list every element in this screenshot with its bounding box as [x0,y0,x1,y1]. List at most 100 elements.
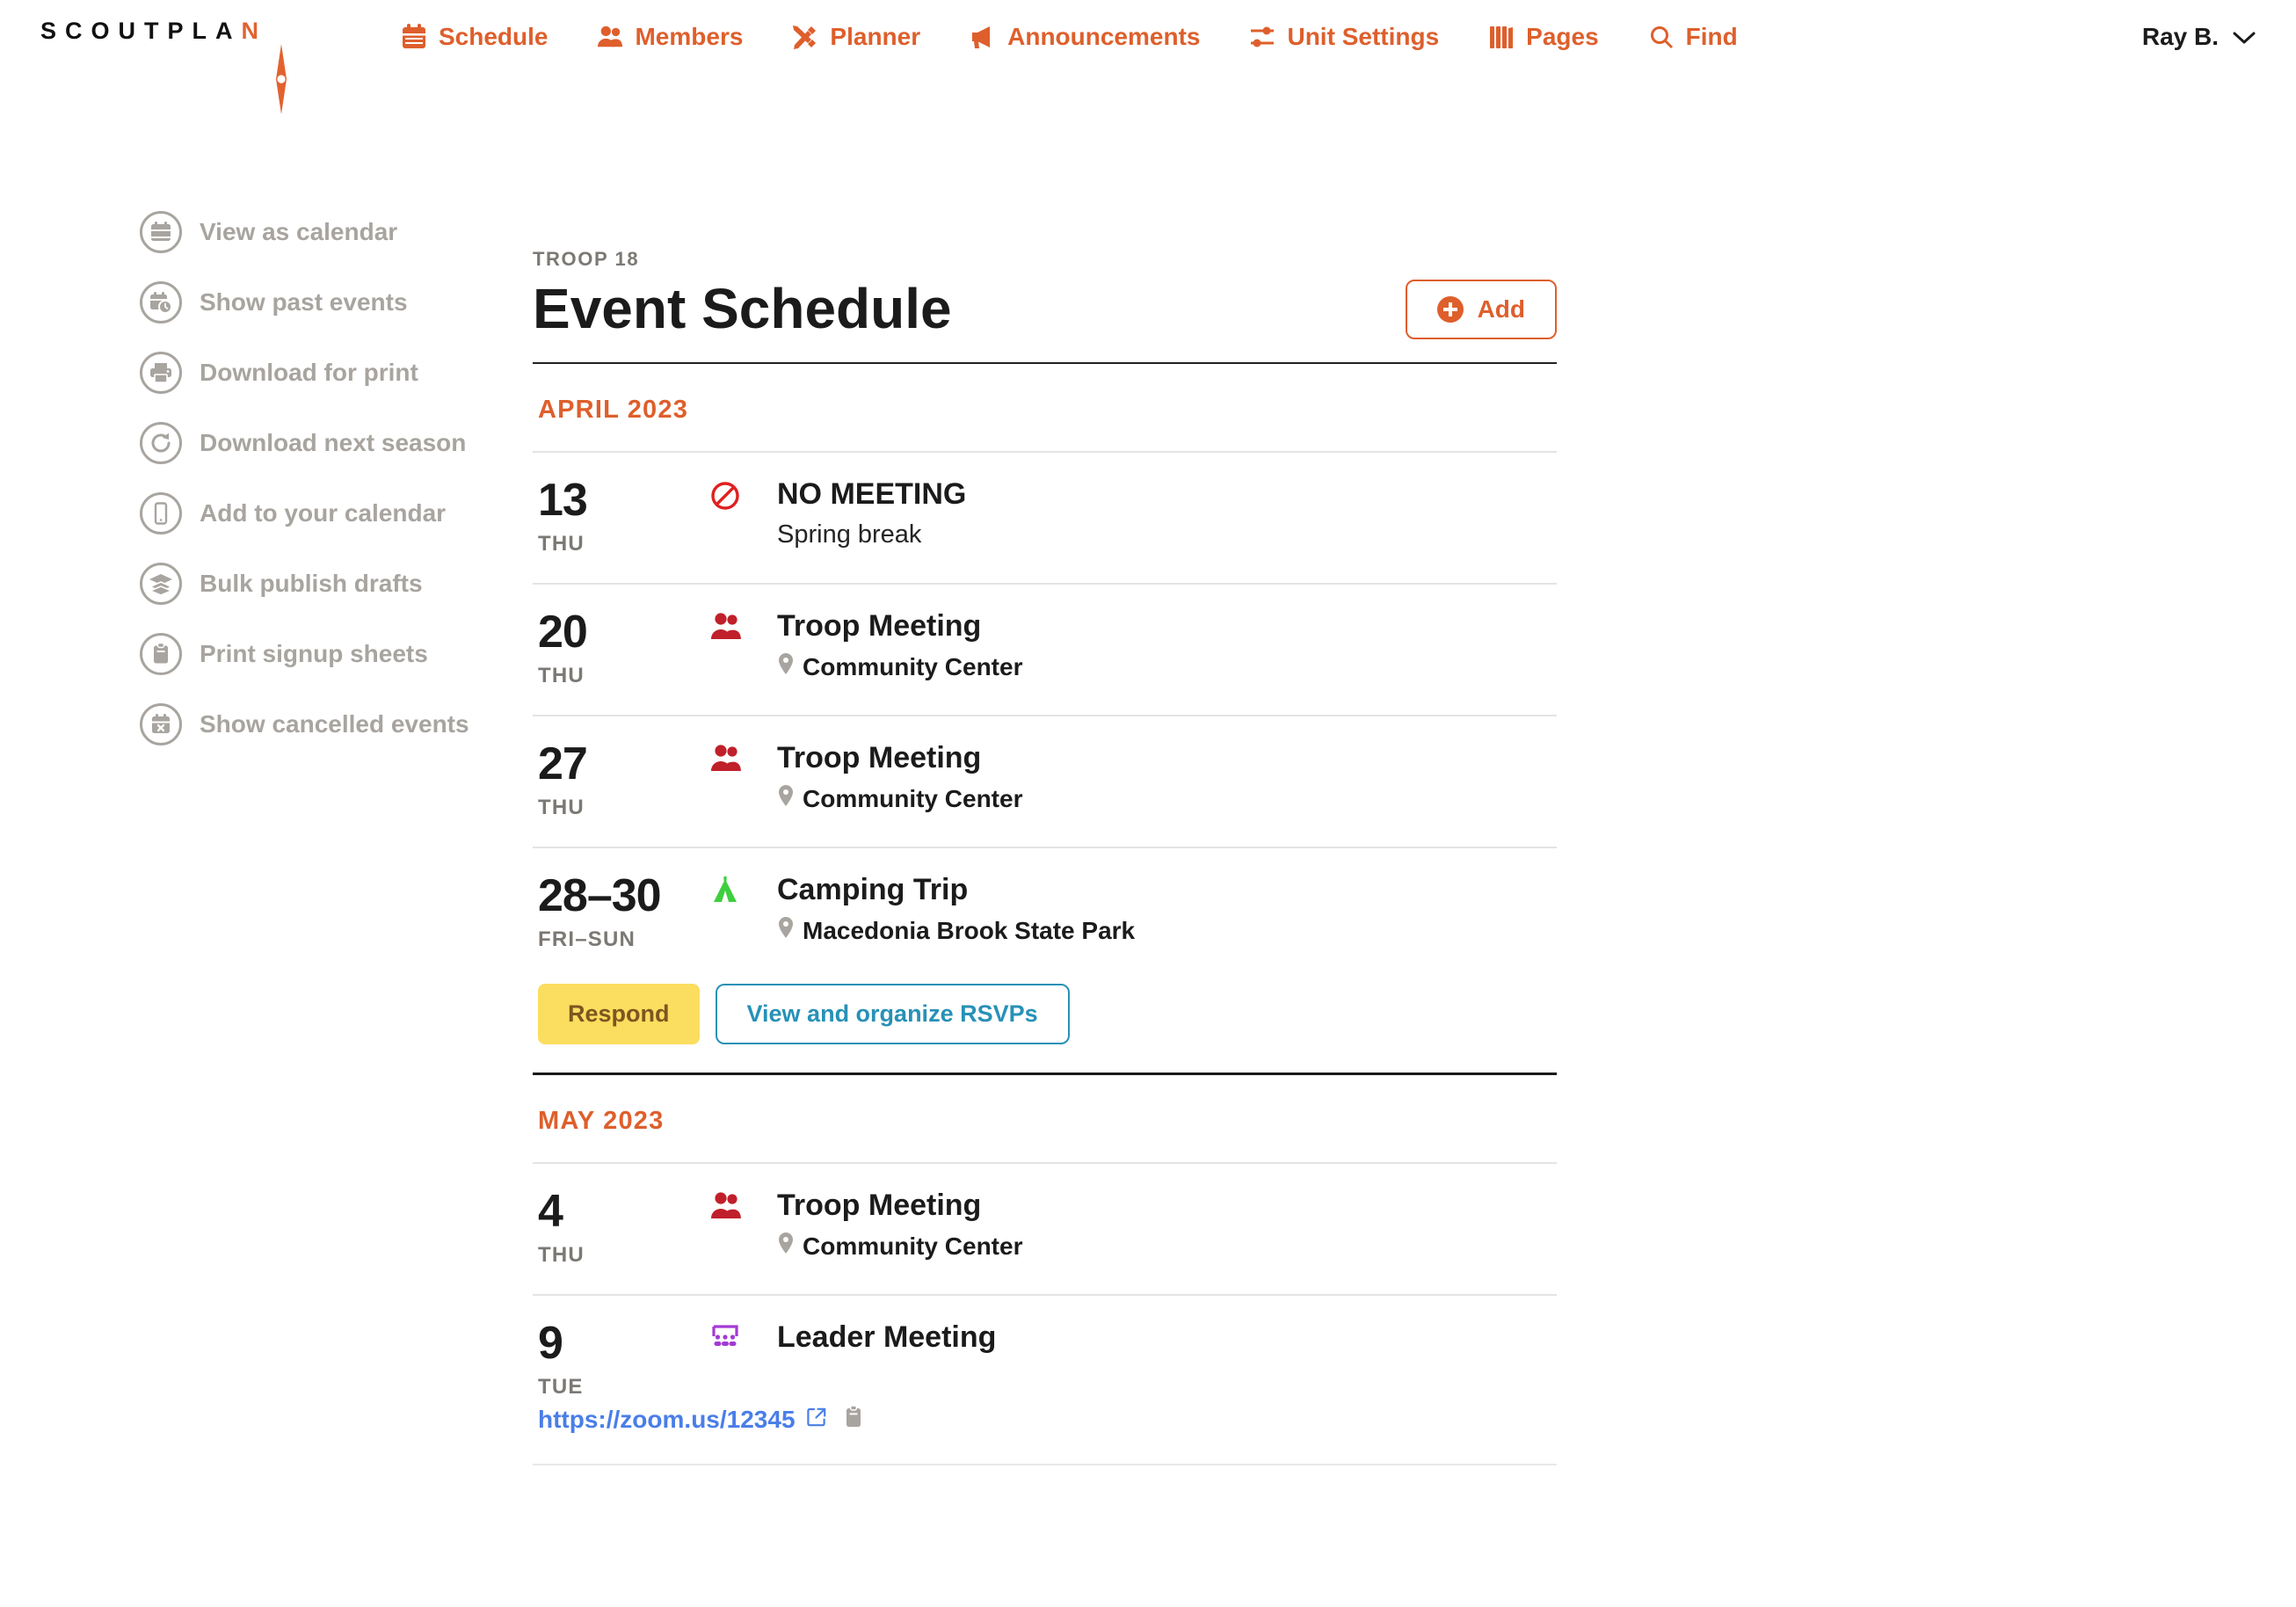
sidebar-item-print-signup-sheets[interactable]: Print signup sheets [140,619,533,689]
nav-item-announcements[interactable]: Announcements [970,23,1200,51]
event-weekday: FRI–SUN [538,927,636,951]
sidebar-item-download-next-season[interactable]: Download next season [140,408,533,478]
event-weekday: TUE [538,1375,584,1399]
event-location: Community Center [777,652,1557,681]
users-icon [710,1189,777,1268]
sidebar-item-label: Download next season [200,429,467,456]
event-row[interactable]: 20 THU Troop Meeting Community Center [533,583,1557,715]
month-heading: MAY 2023 [538,1107,665,1135]
mobile-phone-icon [140,492,182,534]
map-pin-icon [777,784,795,813]
main-content: TROOP 18 Event Schedule Add APRIL 2023 1… [533,76,1557,1465]
map-pin-icon [777,652,795,681]
sidebar-item-show-cancelled-events[interactable]: Show cancelled events [140,689,533,760]
nav-label: Announcements [1007,23,1201,50]
users-icon [710,741,777,820]
event-row[interactable]: 13 THU NO MEETING Spring break [533,451,1557,583]
event-location-label: Community Center [803,652,1023,680]
nav-item-planner[interactable]: Planner [792,23,920,51]
event-location-label: Macedonia Brook State Park [803,916,1136,944]
calendar-x-icon [140,703,182,745]
event-date: 27 THU [538,741,710,820]
event-body: Troop Meeting Community Center [777,741,1557,820]
event-body: Troop Meeting Community Center [777,1189,1557,1268]
event-day: 20 [538,607,588,658]
sidebar-item-show-past-events[interactable]: Show past events [140,267,533,338]
event-row[interactable]: 4 THU Troop Meeting Community Center [533,1162,1557,1294]
nav-item-members[interactable]: Members [597,23,743,51]
event-title: NO MEETING [777,477,967,511]
brand-logo[interactable]: SCOUTPLAN [40,11,295,114]
event-row[interactable]: 27 THU Troop Meeting Community Center [533,715,1557,847]
add-event-button[interactable]: Add [1405,280,1557,339]
event-actions: Respond View and organize RSVPs [533,984,1557,1073]
sidebar-item-label: Show cancelled events [200,710,469,738]
sidebar-item-label: Download for print [200,359,418,386]
page-body: View as calendar Show past events Downlo… [0,76,2296,1465]
event-body: Troop Meeting Community Center [777,609,1557,688]
event-subtitle: Spring break [777,520,922,549]
calendar-icon [140,211,182,253]
event-day: 27 [538,738,588,789]
sidebar-item-view-as-calendar[interactable]: View as calendar [140,197,533,267]
nav-item-pages[interactable]: Pages [1488,23,1599,51]
users-icon [710,609,777,688]
event-weekday: THU [538,532,585,556]
sidebar-item-label: Show past events [200,288,408,316]
brand-name-accent: N [241,18,267,44]
month-group-may: MAY 2023 4 THU Troop Meeting Community C… [533,1075,1557,1465]
bottom-divider [533,1464,1557,1465]
event-location: Community Center [777,1232,1557,1261]
users-icon [597,24,623,50]
top-navigation-bar: SCOUTPLAN Schedule Members Planner Annou… [0,0,2296,114]
event-title: Troop Meeting [777,1189,982,1222]
event-link-row: https://zoom.us/12345 [533,1405,1557,1464]
nav-label: Pages [1526,23,1599,50]
event-row[interactable]: 28–30 FRI–SUN Camping Trip Macedonia Bro… [533,847,1557,959]
event-body: NO MEETING Spring break [777,477,1557,556]
sliders-icon [1249,24,1275,50]
clipboard-copy-icon[interactable] [842,1405,865,1434]
event-body: Leader Meeting [777,1320,1557,1400]
view-organize-rsvps-button[interactable]: View and organize RSVPs [715,984,1070,1044]
nav-label: Schedule [439,23,549,50]
nav-items: Schedule Members Planner Announcements U… [401,11,1738,51]
zoom-meeting-link[interactable]: https://zoom.us/12345 [538,1406,827,1434]
calendar-clock-icon [140,281,182,324]
clipboard-icon [140,633,182,675]
user-menu-label: Ray B. [2141,23,2219,50]
event-row[interactable]: 9 TUE Leader Meeting [533,1294,1557,1405]
sidebar-item-bulk-publish-drafts[interactable]: Bulk publish drafts [140,549,533,619]
sidebar-item-label: Print signup sheets [200,640,428,667]
sidebar-item-add-to-your-calendar[interactable]: Add to your calendar [140,478,533,549]
unit-name: TROOP 18 [533,248,640,270]
brand-name-main: SCOUTPLA [40,18,242,44]
chevron-down-icon [2233,23,2256,51]
search-icon [1648,24,1675,50]
event-day: 9 [538,1318,563,1369]
refresh-icon [140,422,182,464]
event-location-label: Community Center [803,1232,1023,1260]
calendar-icon [401,24,427,50]
brand-wordmark: SCOUTPLAN [40,19,295,43]
event-title: Troop Meeting [777,741,982,774]
event-date: 20 THU [538,609,710,688]
add-button-label: Add [1477,295,1525,323]
nav-label: Find [1685,23,1738,50]
printer-icon [140,352,182,394]
user-menu[interactable]: Ray B. [2142,23,2256,51]
event-date: 4 THU [538,1189,710,1268]
nav-item-find[interactable]: Find [1648,23,1738,51]
event-date: 9 TUE [538,1320,710,1400]
zoom-link-label: https://zoom.us/12345 [538,1405,796,1433]
month-heading: APRIL 2023 [538,396,689,424]
event-location-label: Community Center [803,784,1023,812]
nav-item-schedule[interactable]: Schedule [401,23,548,51]
sidebar: View as calendar Show past events Downlo… [40,76,533,1465]
external-link-icon [806,1406,827,1434]
page-title: Event Schedule [533,277,952,341]
event-location: Macedonia Brook State Park [777,916,1557,945]
sidebar-item-download-for-print[interactable]: Download for print [140,338,533,408]
nav-item-unit-settings[interactable]: Unit Settings [1249,23,1439,51]
respond-button[interactable]: Respond [538,984,700,1044]
